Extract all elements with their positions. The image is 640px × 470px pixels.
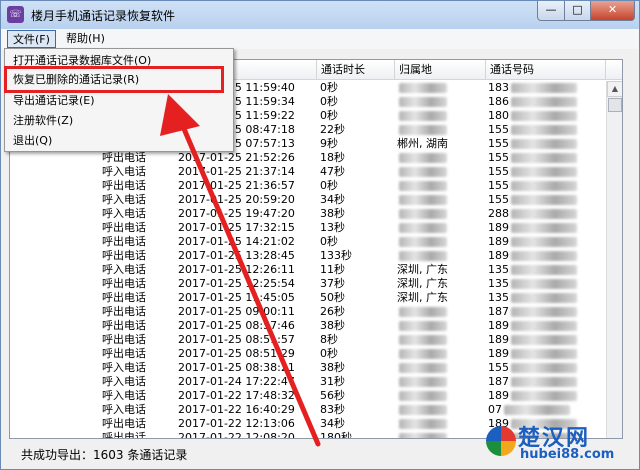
watermark-url: hubei88.com <box>520 447 615 462</box>
watermark-logo: 楚汉网 hubei88.com <box>486 420 636 468</box>
logo-mark-icon <box>486 426 516 456</box>
annotation-arrow <box>160 94 321 447</box>
